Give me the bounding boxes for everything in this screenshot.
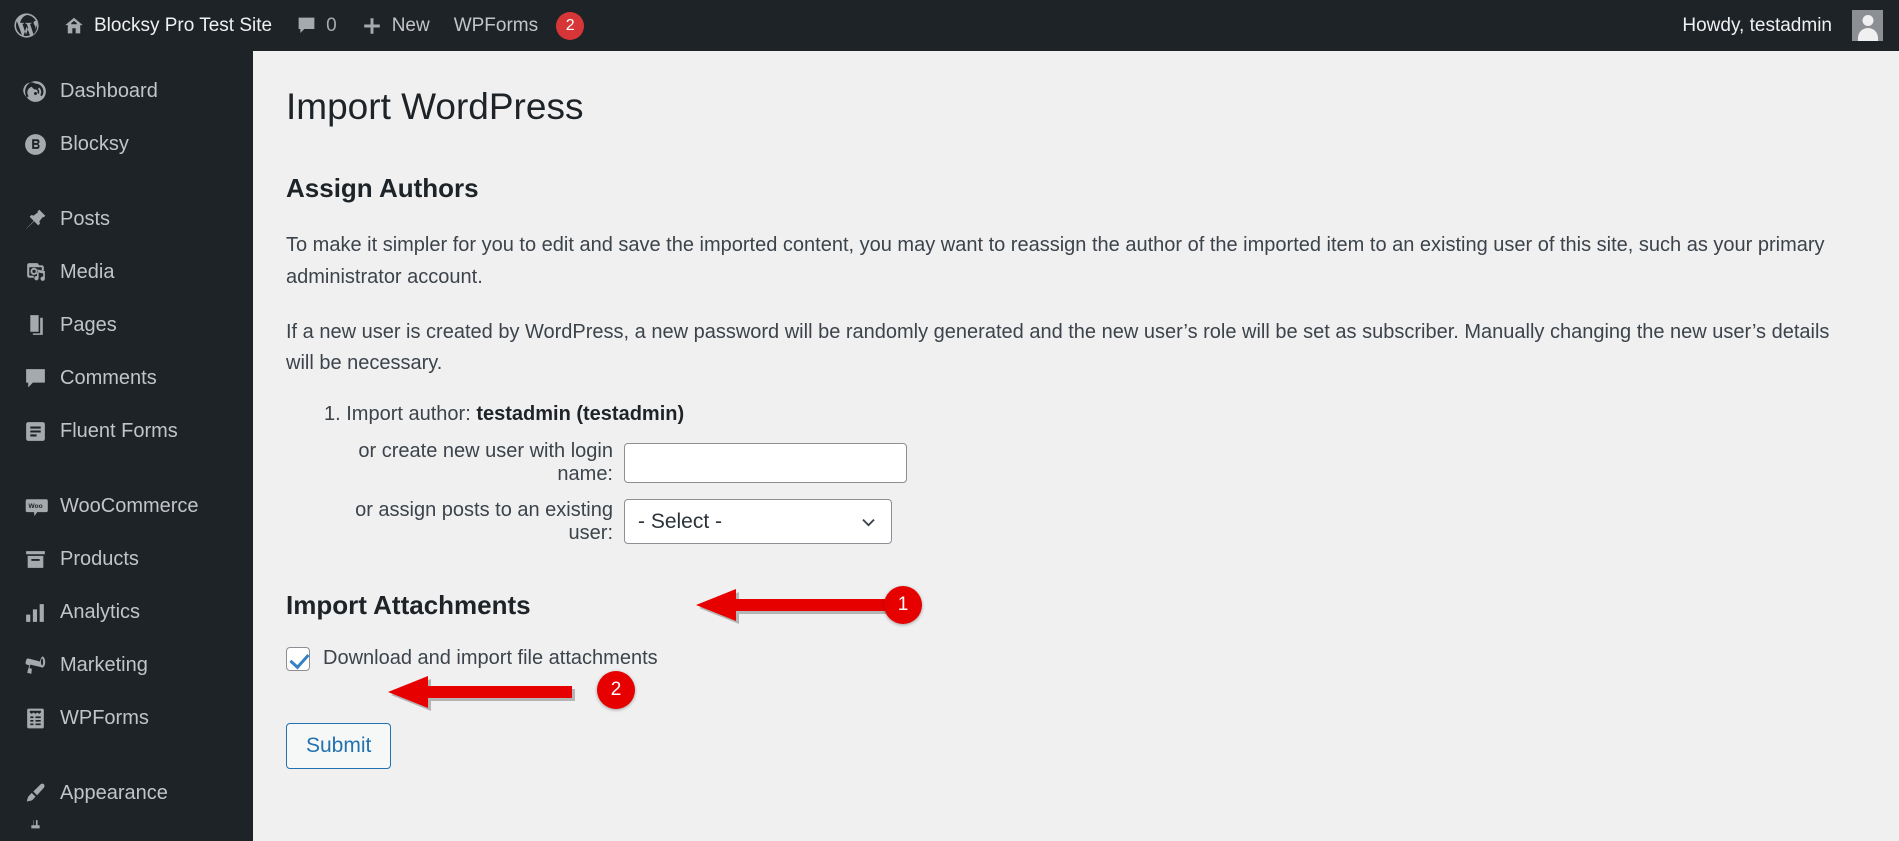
admin-sidebar: Dashboard Blocksy Posts Media Pages Comm… bbox=[0, 51, 253, 841]
assign-authors-paragraph-1: To make it simpler for you to edit and s… bbox=[286, 234, 1825, 288]
sidebar-item-label: Products bbox=[60, 548, 139, 570]
assign-authors-paragraph-2: If a new user is created by WordPress, a… bbox=[286, 320, 1830, 375]
svg-text:Woo: Woo bbox=[28, 503, 42, 510]
main-content: Import WordPress Assign Authors To make … bbox=[253, 51, 1899, 841]
wordpress-logo-menu[interactable] bbox=[0, 0, 51, 51]
sidebar-separator bbox=[0, 171, 253, 193]
sidebar-item-pages[interactable]: Pages bbox=[0, 299, 253, 352]
sidebar-item-label: Appearance bbox=[60, 782, 168, 804]
author-index: 1. bbox=[324, 402, 341, 425]
import-attachments-heading: Import Attachments bbox=[286, 589, 531, 620]
wpforms-label: WPForms bbox=[453, 14, 539, 36]
new-content-label: New bbox=[391, 14, 430, 36]
sidebar-item-appearance[interactable]: Appearance bbox=[0, 767, 253, 820]
media-camera-music-icon bbox=[14, 260, 56, 285]
sidebar-item-label: Dashboard bbox=[60, 80, 158, 102]
sidebar-separator bbox=[0, 458, 253, 480]
sidebar-item-label: Comments bbox=[60, 367, 157, 389]
sidebar-item-label: WPForms bbox=[60, 707, 149, 729]
sidebar-item-dashboard[interactable]: Dashboard bbox=[0, 65, 253, 118]
woocommerce-icon: Woo bbox=[14, 494, 56, 519]
sidebar-item-fluent-forms[interactable]: Fluent Forms bbox=[0, 405, 253, 458]
authors-list: 1. Import author: testadmin (testadmin) … bbox=[324, 403, 1869, 545]
sidebar-item-label: Marketing bbox=[60, 654, 148, 676]
dashboard-gauge-icon bbox=[14, 79, 56, 104]
products-box-icon bbox=[14, 547, 56, 572]
sidebar-separator bbox=[0, 745, 253, 767]
existing-user-label: or assign posts to an existing user: bbox=[355, 498, 613, 544]
existing-user-row: or assign posts to an existing user: - S… bbox=[324, 499, 1869, 545]
sidebar-item-label: Media bbox=[60, 261, 115, 283]
blocksy-logo-icon bbox=[14, 132, 56, 157]
attachments-checkbox-row[interactable]: Download and import file attachments bbox=[286, 646, 1869, 671]
my-account-menu[interactable]: Howdy, testadmin bbox=[1682, 0, 1883, 51]
site-name-label: Blocksy Pro Test Site bbox=[94, 14, 273, 36]
existing-user-select-wrap: - Select - bbox=[624, 499, 892, 545]
sidebar-item-wpforms[interactable]: WPForms bbox=[0, 692, 253, 745]
site-name-menu[interactable]: Blocksy Pro Test Site bbox=[51, 0, 284, 51]
fluent-forms-icon bbox=[14, 419, 56, 444]
comments-count: 0 bbox=[326, 14, 337, 36]
sidebar-item-label: Pages bbox=[60, 314, 117, 336]
megaphone-icon bbox=[14, 653, 56, 678]
wpforms-badge: 2 bbox=[556, 11, 585, 40]
new-user-label: or create new user with login name: bbox=[358, 439, 613, 485]
author-entry: 1. Import author: testadmin (testadmin) … bbox=[324, 403, 1869, 545]
page-title: Import WordPress bbox=[286, 86, 584, 127]
admin-bar-right: Howdy, testadmin bbox=[1682, 0, 1899, 51]
pushpin-icon bbox=[14, 207, 56, 232]
pages-stack-icon bbox=[14, 313, 56, 338]
sidebar-item-label: Fluent Forms bbox=[60, 420, 178, 442]
new-user-login-input[interactable] bbox=[624, 442, 907, 483]
attachments-checkbox[interactable] bbox=[286, 646, 310, 671]
sidebar-item-label: Posts bbox=[60, 208, 111, 230]
sidebar-item-woocommerce[interactable]: Woo WooCommerce bbox=[0, 480, 253, 533]
sidebar-item-partial[interactable] bbox=[0, 820, 253, 840]
avatar bbox=[1852, 10, 1883, 41]
sidebar-item-blocksy[interactable]: Blocksy bbox=[0, 118, 253, 171]
assign-authors-heading: Assign Authors bbox=[286, 173, 479, 204]
sidebar-item-comments[interactable]: Comments bbox=[0, 352, 253, 405]
wpforms-menu[interactable]: WPForms 2 bbox=[442, 0, 596, 51]
sidebar-item-analytics[interactable]: Analytics bbox=[0, 586, 253, 639]
attachments-checkbox-label: Download and import file attachments bbox=[323, 647, 658, 670]
import-author-label: Import author: bbox=[346, 402, 471, 425]
plus-icon bbox=[361, 15, 383, 37]
sidebar-item-posts[interactable]: Posts bbox=[0, 193, 253, 246]
new-content-menu[interactable]: New bbox=[349, 0, 442, 51]
sidebar-item-label: WooCommerce bbox=[60, 495, 199, 517]
import-author-value: testadmin (testadmin) bbox=[476, 402, 685, 425]
wpforms-clipboard-icon bbox=[14, 706, 56, 731]
wordpress-logo-icon bbox=[12, 11, 41, 40]
home-icon bbox=[63, 15, 85, 37]
sidebar-item-media[interactable]: Media bbox=[0, 246, 253, 299]
comments-menu[interactable]: 0 bbox=[284, 0, 349, 51]
sidebar-item-products[interactable]: Products bbox=[0, 533, 253, 586]
howdy-label: Howdy, testadmin bbox=[1682, 14, 1832, 36]
sidebar-item-label: Analytics bbox=[60, 601, 141, 623]
paintbrush-icon bbox=[14, 781, 56, 806]
annotation-badge-1: 1 bbox=[884, 586, 922, 624]
sidebar-item-marketing[interactable]: Marketing bbox=[0, 639, 253, 692]
new-user-row: or create new user with login name: bbox=[324, 440, 1869, 486]
sidebar-item-label: Blocksy bbox=[60, 133, 129, 155]
comment-bubble-icon bbox=[296, 15, 317, 36]
submit-button[interactable]: Submit bbox=[286, 722, 392, 769]
admin-bar: Blocksy Pro Test Site 0 New WPForms 2 Ho… bbox=[0, 0, 1899, 51]
comment-bubble-icon bbox=[14, 366, 56, 391]
existing-user-select[interactable]: - Select - bbox=[624, 499, 892, 545]
import-author-line: 1. Import author: testadmin (testadmin) bbox=[324, 403, 1869, 426]
plugins-plug-icon bbox=[14, 820, 56, 840]
annotation-badge-2: 2 bbox=[597, 671, 635, 709]
bar-chart-icon bbox=[14, 600, 56, 625]
